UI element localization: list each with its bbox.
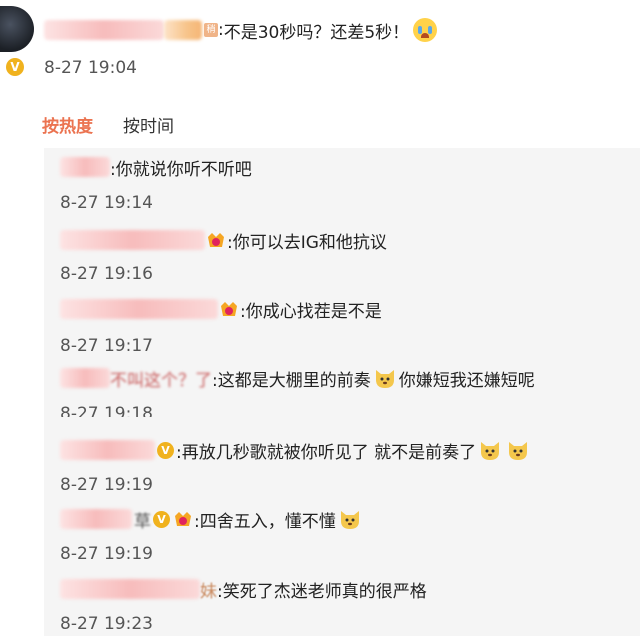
comment-timestamp: 8-27 19:04 bbox=[44, 58, 137, 78]
tab-hot[interactable]: 按热度 bbox=[42, 112, 93, 137]
reply-item: 不叫这个？了 :这都是大棚里的前奏 你嫌短我还嫌短呢 bbox=[60, 365, 535, 391]
doge-icon bbox=[340, 511, 359, 529]
doge-icon bbox=[509, 442, 528, 460]
reply-text-continued: 你嫌短我还嫌短呢 bbox=[398, 370, 535, 391]
comment-text: 不是30秒吗？还差5秒！ bbox=[223, 22, 410, 43]
reply-item: :你成心找茬是不是 bbox=[60, 296, 382, 322]
reply-text: :你成心找茬是不是 bbox=[240, 301, 382, 322]
username-blurred[interactable] bbox=[60, 157, 110, 177]
reply-timestamp: 8-27 19:19 bbox=[60, 544, 153, 564]
username-blurred[interactable] bbox=[60, 299, 218, 319]
reply-item: V :再放几秒歌就被你听见了 就不是前奏了 bbox=[60, 437, 532, 463]
reply-item: :你可以去IG和他抗议 bbox=[60, 227, 387, 253]
reply-text: :四舍五入，懂不懂 bbox=[194, 511, 336, 532]
avatar[interactable] bbox=[0, 6, 34, 52]
tab-time[interactable]: 按时间 bbox=[123, 112, 174, 137]
verified-v-icon: V bbox=[157, 441, 174, 459]
reply-text: :笑死了杰迷老师真的很严格 bbox=[217, 581, 427, 602]
crown-heart-icon bbox=[221, 302, 237, 316]
username-blurred[interactable] bbox=[60, 230, 205, 250]
username-blurred[interactable] bbox=[44, 20, 164, 40]
username-blurred[interactable] bbox=[60, 440, 155, 460]
username-blurred[interactable] bbox=[60, 509, 132, 529]
username-blurred[interactable] bbox=[60, 368, 110, 388]
reply-item: 妹 :笑死了杰迷老师真的很严格 bbox=[60, 576, 427, 602]
reply-text: :再放几秒歌就被你听见了 就不是前奏了 bbox=[176, 442, 477, 463]
reply-timestamp: 8-27 19:14 bbox=[60, 193, 153, 213]
username-partial[interactable]: 妹 bbox=[200, 577, 217, 602]
reply-text: :这都是大棚里的前奏 bbox=[212, 370, 371, 391]
reply-timestamp: 8-27 19:17 bbox=[60, 336, 153, 356]
reply-item: 草 V :四舍五入，懂不懂 bbox=[60, 506, 364, 532]
top-comment: 稍 : 不是30秒吗？还差5秒！ bbox=[44, 16, 438, 44]
username-blurred-tail[interactable] bbox=[164, 20, 202, 40]
crown-heart-icon bbox=[175, 512, 191, 526]
doge-icon bbox=[481, 442, 500, 460]
crying-emoji-icon bbox=[413, 18, 438, 42]
doge-icon bbox=[375, 370, 394, 388]
reply-item: :你就说你听不听吧 bbox=[60, 154, 252, 180]
reply-text: :你就说你听不听吧 bbox=[110, 159, 252, 180]
sort-tabs: 按热度 按时间 bbox=[42, 112, 174, 137]
reply-timestamp: 8-27 19:16 bbox=[60, 264, 153, 284]
username-partial[interactable]: 草 bbox=[134, 507, 151, 532]
crown-heart-icon bbox=[208, 233, 224, 247]
reply-text: :你可以去IG和他抗议 bbox=[227, 232, 387, 253]
username-partial[interactable]: 不叫这个？了 bbox=[110, 366, 212, 391]
verified-v-icon: V bbox=[153, 510, 170, 528]
reply-timestamp: 8-27 19:23 bbox=[60, 614, 153, 634]
user-tag-icon: 稍 bbox=[204, 23, 218, 37]
username-blurred[interactable] bbox=[60, 579, 200, 599]
reply-timestamp: 8-27 19:19 bbox=[60, 475, 153, 495]
verified-badge-icon: V bbox=[6, 58, 24, 76]
